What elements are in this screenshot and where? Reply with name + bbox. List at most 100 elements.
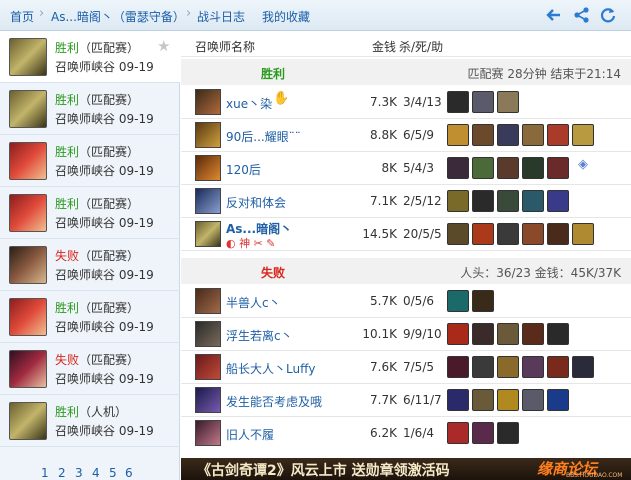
match-item[interactable]: 胜利（匹配赛） 召唤师峡谷 09-19 xyxy=(0,135,180,187)
champion-avatar xyxy=(195,387,221,413)
match-map: 召唤师峡谷 xyxy=(55,268,116,282)
match-map: 召唤师峡谷 xyxy=(55,112,116,126)
item-icon xyxy=(497,223,519,245)
item-icon xyxy=(447,124,469,146)
player-kda: 6/11/7 xyxy=(403,393,442,407)
player-name[interactable]: 旧人不履 xyxy=(226,426,274,443)
player-row[interactable]: 反对和体会 7.1K 2/5/12 xyxy=(181,185,631,218)
match-item[interactable]: 胜利（人机） 召唤师峡谷 09-19 xyxy=(0,395,180,447)
player-gold: 8K xyxy=(381,161,397,175)
match-item[interactable]: 胜利（匹配赛） 召唤师峡谷 09-19 xyxy=(0,291,180,343)
champion-avatar xyxy=(195,155,221,181)
player-row[interactable]: 船长大人丶Luffy 7.6K 7/5/5 xyxy=(181,351,631,384)
match-map: 召唤师峡谷 xyxy=(55,216,116,230)
item-icon xyxy=(547,389,569,411)
match-map: 召唤师峡谷 xyxy=(55,60,116,74)
item-icon xyxy=(472,124,494,146)
player-gold: 7.6K xyxy=(370,360,397,374)
player-name[interactable]: 半兽人c丶 xyxy=(226,294,281,311)
match-item[interactable]: 胜利（匹配赛） 召唤师峡谷 09-19 xyxy=(0,83,180,135)
item-icon xyxy=(447,356,469,378)
item-icon xyxy=(447,422,469,444)
team-header-lose: 失败 人头：36/23 金钱：45K/37K xyxy=(181,258,631,284)
player-row[interactable]: 120后 8K 5/4/3 ◈ xyxy=(181,152,631,185)
player-row[interactable]: 发生能否考虑及哦 7.7K 6/11/7 xyxy=(181,384,631,417)
crumb-summoner[interactable]: As...暗阁丶（雷瑟守备） xyxy=(51,8,185,25)
item-icon xyxy=(547,223,569,245)
champion-avatar xyxy=(195,288,221,314)
item-icon xyxy=(447,223,469,245)
player-name[interactable]: 浮生若离c丶 xyxy=(226,327,293,344)
player-name[interactable]: 反对和体会 xyxy=(226,194,286,211)
item-icon xyxy=(472,91,494,113)
item-icon xyxy=(447,323,469,345)
ad-banner[interactable]: 《古剑奇谭2》风云上市 送勋章领激活码 缘商论坛 BBS.HOUDAO.COM xyxy=(181,458,631,480)
match-detail: 召唤师名称 金钱 杀/死/助 胜利 匹配赛 28分钟 结束于21:14 xue丶… xyxy=(181,31,631,480)
page-link[interactable]: 3 xyxy=(75,466,83,480)
match-result: 胜利 xyxy=(55,197,80,211)
page-link[interactable]: 5 xyxy=(109,466,117,480)
champion-avatar xyxy=(195,122,221,148)
match-date: 09-19 xyxy=(118,112,154,126)
player-kda: 7/5/5 xyxy=(403,360,434,374)
match-mode: （匹配赛） xyxy=(79,301,140,315)
page-link[interactable]: 1 xyxy=(41,466,49,480)
favorite-star-icon[interactable]: ★ xyxy=(157,37,170,55)
match-item[interactable]: 胜利（匹配赛） 召唤师峡谷 09-19 xyxy=(0,187,180,239)
match-result: 失败 xyxy=(55,249,80,263)
player-name[interactable]: 发生能否考虑及哦 xyxy=(226,393,322,410)
match-item[interactable]: 失败（匹配赛） 召唤师峡谷 09-19 xyxy=(0,239,180,291)
back-arrow-icon[interactable] xyxy=(544,5,564,25)
player-kda: 2/5/12 xyxy=(403,194,442,208)
chevron-right-icon: › xyxy=(39,6,45,21)
match-mode: （匹配赛） xyxy=(79,353,140,367)
player-row[interactable]: 半兽人c丶 5.7K 0/5/6 xyxy=(181,285,631,318)
page-link[interactable]: 2 xyxy=(58,466,66,480)
chevron-right-icon: › xyxy=(186,6,192,21)
refresh-icon[interactable] xyxy=(598,5,618,25)
player-row[interactable]: 浮生若离c丶 10.1K 9/9/10 xyxy=(181,318,631,351)
team-header-win: 胜利 匹配赛 28分钟 结束于21:14 xyxy=(181,59,631,85)
player-name[interactable]: xue丶染 xyxy=(226,95,272,112)
match-item[interactable]: 胜利（匹配赛） 召唤师峡谷 09-19 ★ xyxy=(0,31,180,83)
item-icon xyxy=(547,323,569,345)
player-name[interactable]: 120后 xyxy=(226,161,261,178)
champion-avatar xyxy=(195,89,221,115)
player-gold: 14.5K xyxy=(362,227,397,241)
match-mode: （匹配赛） xyxy=(79,197,140,211)
item-icon xyxy=(572,124,594,146)
share-icon[interactable] xyxy=(572,5,592,25)
match-result: 失败 xyxy=(55,353,80,367)
player-gold: 7.7K xyxy=(370,393,397,407)
team-result: 失败 xyxy=(261,266,286,280)
item-icon xyxy=(547,190,569,212)
match-map: 召唤师峡谷 xyxy=(55,164,116,178)
page-link[interactable]: 4 xyxy=(92,466,100,480)
crumb-favorites[interactable]: 我的收藏 xyxy=(262,8,310,25)
match-map: 召唤师峡谷 xyxy=(55,372,116,386)
match-date: 09-19 xyxy=(118,268,154,282)
item-icon xyxy=(497,124,519,146)
crumb-battle-log[interactable]: 战斗日志 xyxy=(197,8,245,25)
match-date: 09-19 xyxy=(118,372,154,386)
player-row[interactable]: 旧人不履 6.2K 1/6/4 xyxy=(181,417,631,450)
player-row[interactable]: 90后...耀眼¨¨ 8.8K 6/5/9 xyxy=(181,119,631,152)
player-name[interactable]: 90后...耀眼¨¨ xyxy=(226,128,301,145)
page-link[interactable]: 6 xyxy=(125,466,133,480)
player-gold: 10.1K xyxy=(362,327,397,341)
item-icon xyxy=(497,91,519,113)
player-row[interactable]: xue丶染 ✋ 7.3K 3/4/13 xyxy=(181,86,631,119)
item-icon xyxy=(447,290,469,312)
player-row-self[interactable]: As...暗阁丶 ◐ 神 ✂ ✎ 14.5K 20/5/5 xyxy=(181,218,631,251)
item-icon xyxy=(472,290,494,312)
player-name[interactable]: 船长大人丶Luffy xyxy=(226,360,315,377)
crumb-home[interactable]: 首页 xyxy=(10,8,34,25)
ward-icon: ◈ xyxy=(578,157,588,172)
top-nav-bar: 首页 › As...暗阁丶（雷瑟守备） › 战斗日志 我的收藏 xyxy=(0,0,631,31)
champion-thumbnail xyxy=(9,246,47,284)
match-item[interactable]: 失败（匹配赛） 召唤师峡谷 09-19 xyxy=(0,343,180,395)
champion-avatar xyxy=(195,188,221,214)
hand-icon: ✋ xyxy=(273,91,290,106)
col-gold: 金钱 xyxy=(372,40,397,54)
item-icon xyxy=(472,389,494,411)
